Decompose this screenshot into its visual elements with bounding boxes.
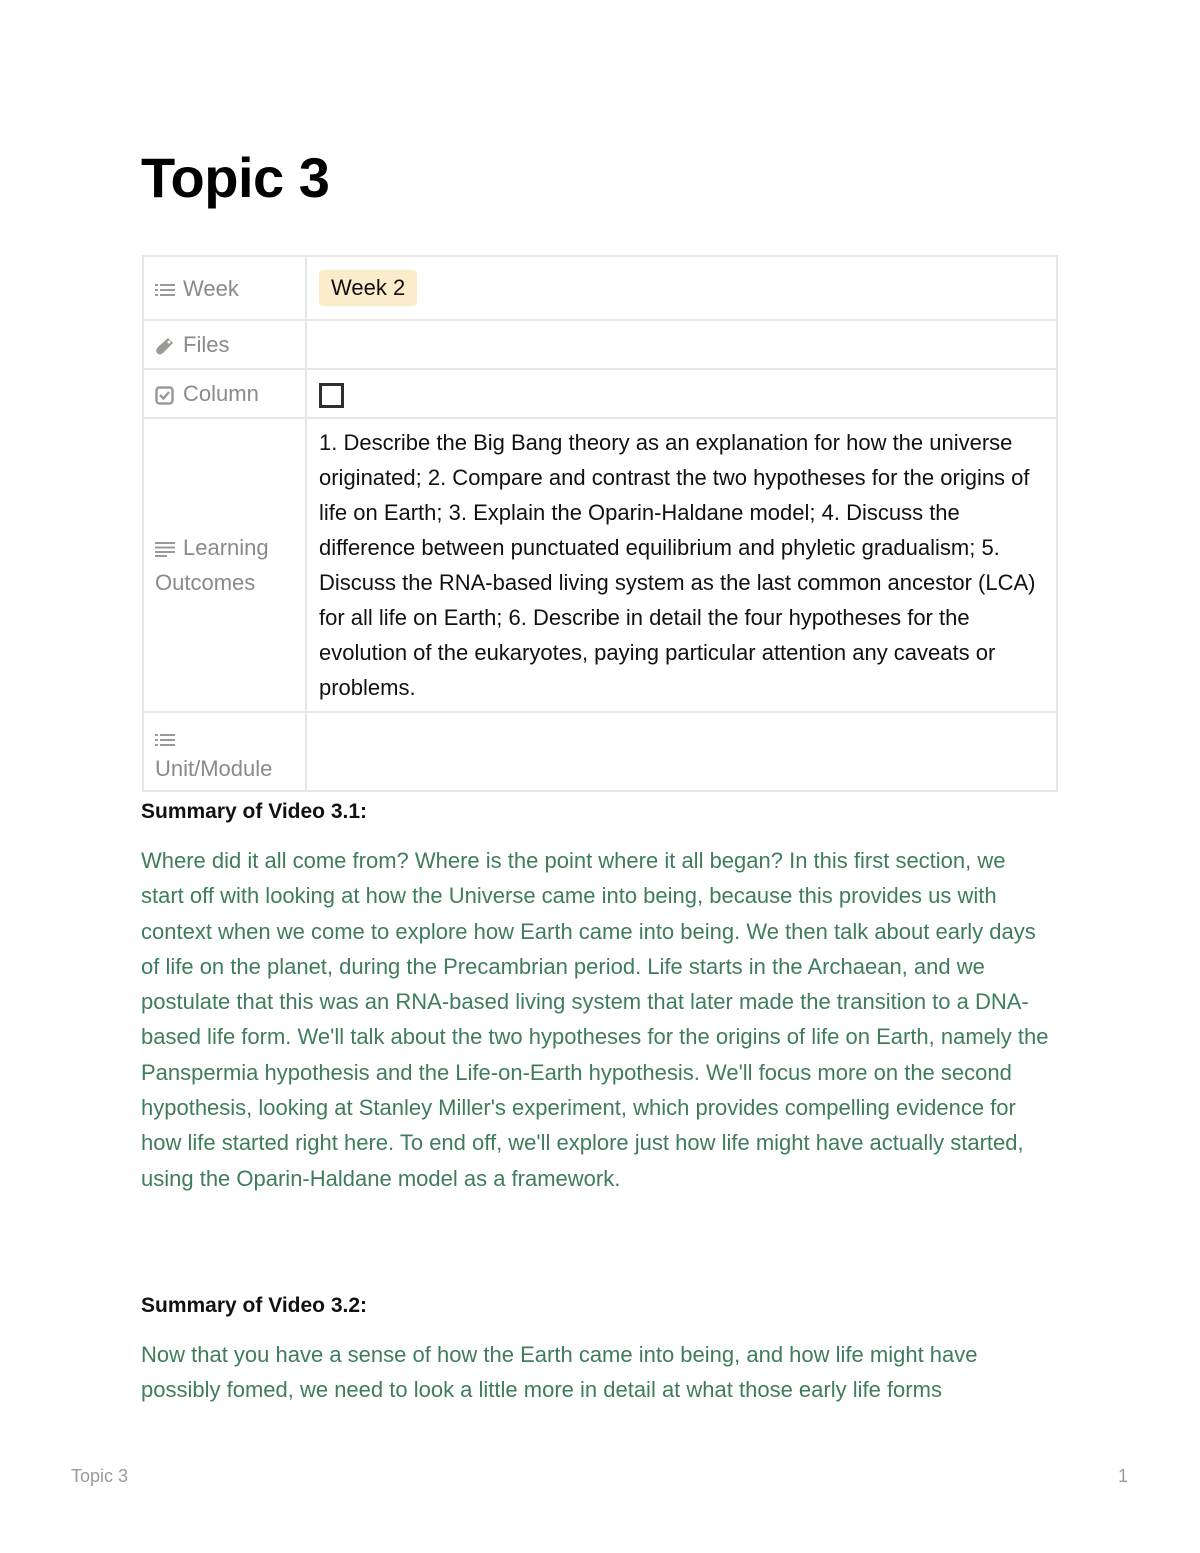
- summary-section-3-1: Summary of Video 3.1: Where did it all c…: [141, 797, 1051, 1196]
- property-label: Week: [183, 275, 239, 301]
- property-value-learning-outcomes[interactable]: 1. Describe the Big Bang theory as an ex…: [305, 417, 1058, 713]
- property-row-unit-module: Unit/Module: [142, 711, 1058, 792]
- checkbox-icon: [155, 385, 175, 405]
- week-badge[interactable]: Week 2: [319, 270, 418, 306]
- list-icon: [155, 283, 175, 297]
- property-row-learning-outcomes: Learning Outcomes 1. Describe the Big Ba…: [142, 417, 1058, 713]
- property-name-column[interactable]: Column: [142, 368, 307, 419]
- section-body: Now that you have a sense of how the Ear…: [141, 1342, 978, 1403]
- property-row-week: Week Week 2: [142, 255, 1058, 321]
- property-name-unit-module[interactable]: Unit/Module: [142, 711, 307, 792]
- footer-title: Topic 3: [71, 1466, 129, 1486]
- summary-section-3-2: Summary of Video 3.2: Now that you have …: [141, 1291, 1051, 1408]
- property-value-column: [305, 368, 1058, 419]
- property-value-files[interactable]: [305, 319, 1058, 370]
- paperclip-icon: [155, 336, 175, 356]
- property-value-week[interactable]: Week 2: [305, 255, 1058, 321]
- property-label: Unit/Module: [155, 756, 273, 781]
- property-row-column: Column: [142, 368, 1058, 419]
- text-lines-icon: [155, 541, 175, 558]
- list-icon: [155, 733, 175, 747]
- property-name-files[interactable]: Files: [142, 319, 307, 370]
- property-row-files: Files: [142, 319, 1058, 370]
- property-value-unit-module[interactable]: [305, 711, 1058, 792]
- property-name-learning-outcomes[interactable]: Learning Outcomes: [142, 417, 307, 713]
- column-checkbox[interactable]: [319, 382, 344, 408]
- property-label: Column: [183, 381, 259, 406]
- property-label: Files: [183, 332, 230, 357]
- page-number: 1: [1117, 1466, 1128, 1486]
- properties-table: Week Week 2 Files Column Learning Outcom…: [142, 255, 1058, 792]
- section-body: Where did it all come from? Where is the…: [141, 848, 1049, 1191]
- section-heading: Summary of Video 3.1:: [141, 800, 368, 823]
- property-name-week[interactable]: Week: [142, 255, 307, 321]
- section-heading: Summary of Video 3.2:: [141, 1294, 368, 1317]
- page-title: Topic 3: [141, 146, 330, 209]
